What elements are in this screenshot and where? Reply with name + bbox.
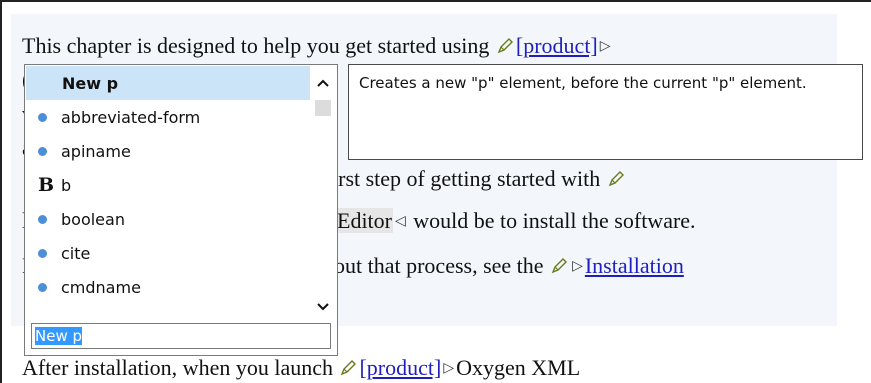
doc-line-last: After installation, when you launch [pro… xyxy=(22,354,580,383)
doc-text: would be to install the software. xyxy=(407,208,696,233)
tag-end-marker-icon: ▷ xyxy=(443,361,455,376)
completion-item-label: apiname xyxy=(61,141,131,161)
element-bullet-icon xyxy=(38,146,47,156)
completion-list: New p abbreviated-form apiname B b boole… xyxy=(26,66,310,304)
completion-item-boolean[interactable]: boolean xyxy=(26,202,310,236)
completion-item-label: abbreviated-form xyxy=(61,107,201,127)
doc-text: This chapter is designed to help you get… xyxy=(22,33,490,58)
doc-text: out that process, see the xyxy=(334,253,544,278)
chevron-down-icon xyxy=(317,303,329,311)
scroll-thumb[interactable] xyxy=(315,100,331,116)
tooltip-text: Creates a new "p" element, before the cu… xyxy=(359,74,807,92)
completion-item-label: cmdname xyxy=(61,277,141,297)
doc-text: Editor xyxy=(336,208,393,233)
pencil-icon[interactable] xyxy=(340,359,357,376)
chevron-up-icon xyxy=(317,79,329,87)
completion-item-label: b xyxy=(61,175,72,195)
bold-icon: B xyxy=(38,174,55,196)
installation-link[interactable]: Installation xyxy=(585,253,684,278)
doc-text: irst step of getting started with xyxy=(332,166,601,191)
element-bullet-icon xyxy=(38,248,47,258)
doc-line-4: Editor ◁ would be to install the software… xyxy=(336,207,696,236)
completion-item-cmdname[interactable]: cmdname xyxy=(26,270,310,304)
doc-text: Oxygen XML xyxy=(456,355,581,380)
completion-doc-tooltip: Creates a new "p" element, before the cu… xyxy=(348,64,863,160)
product-link[interactable]: [product] xyxy=(516,33,598,58)
doc-line-5: out that process, see the ▷Installation xyxy=(334,252,684,281)
element-bullet-icon xyxy=(38,282,47,292)
completion-item-cite[interactable]: cite xyxy=(26,236,310,270)
tag-start-marker-icon: ◁ xyxy=(395,214,406,229)
completion-item-label: New p xyxy=(62,73,119,93)
pencil-icon[interactable] xyxy=(497,37,514,54)
pencil-icon[interactable] xyxy=(608,170,625,187)
completion-item-label: cite xyxy=(61,243,91,263)
pencil-icon[interactable] xyxy=(551,257,568,274)
scroll-up-button[interactable] xyxy=(311,70,335,96)
doc-line-1: This chapter is designed to help you get… xyxy=(22,32,613,61)
completion-item-apiname[interactable]: apiname xyxy=(26,134,310,168)
content-completion-popup: New p abbreviated-form apiname B b boole… xyxy=(24,64,338,356)
completion-item-label: boolean xyxy=(61,209,125,229)
element-bullet-icon xyxy=(38,112,47,122)
doc-line-3: irst step of getting started with xyxy=(332,165,627,193)
doc-text: After installation, when you launch xyxy=(22,355,333,380)
filter-value: New p xyxy=(35,327,83,345)
tag-end-marker-icon: ▷ xyxy=(572,259,583,274)
completion-scrollbar[interactable] xyxy=(311,66,335,322)
scroll-down-button[interactable] xyxy=(311,294,335,320)
completion-filter-input[interactable]: New p xyxy=(31,323,331,349)
element-bullet-icon xyxy=(38,214,47,224)
completion-item-abbreviated-form[interactable]: abbreviated-form xyxy=(26,100,310,134)
completion-item-new-p[interactable]: New p xyxy=(26,66,310,100)
completion-item-b[interactable]: B b xyxy=(26,168,310,202)
product-link[interactable]: [product] xyxy=(359,355,441,380)
tag-end-marker-icon: ▷ xyxy=(599,39,611,54)
